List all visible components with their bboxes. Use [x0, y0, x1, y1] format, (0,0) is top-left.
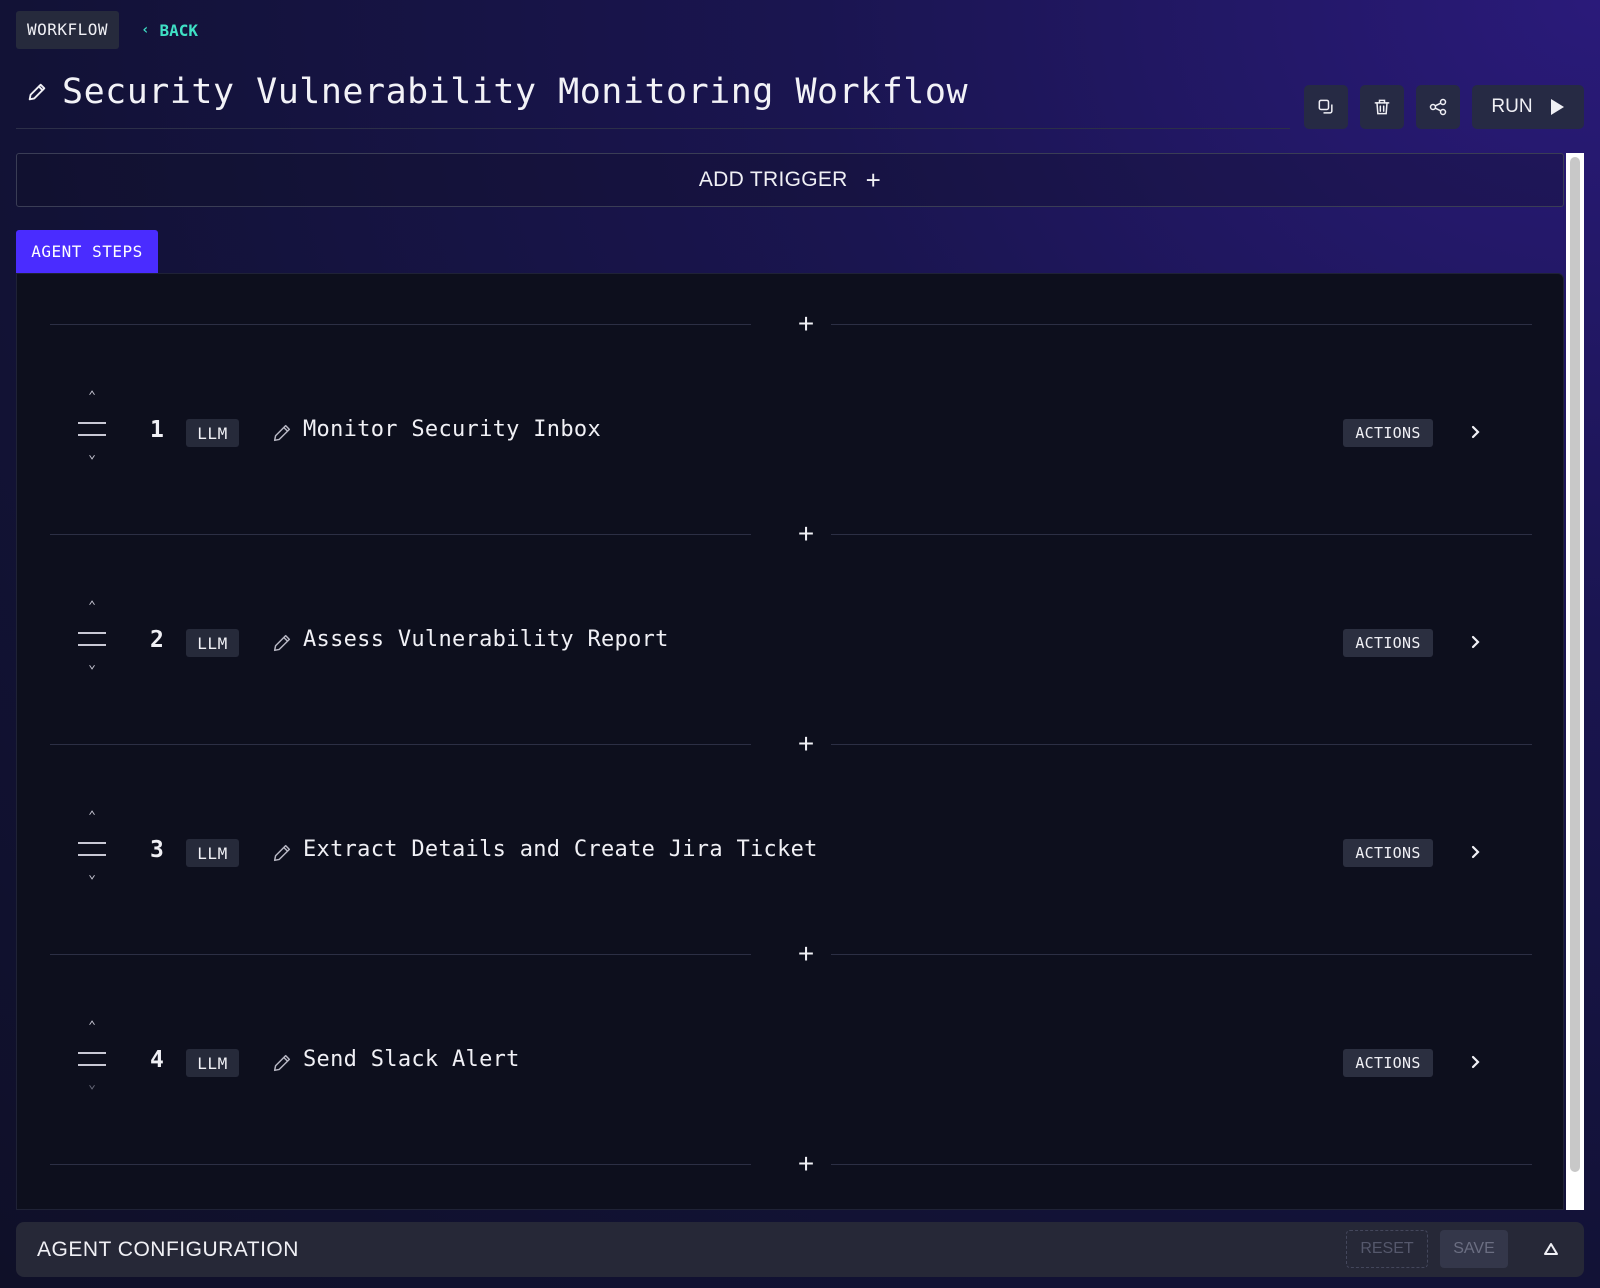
actions-button[interactable]: ACTIONS — [1343, 629, 1433, 657]
share-icon — [1429, 98, 1447, 116]
step-type-badge: LLM — [186, 1049, 239, 1077]
drag-handle[interactable]: ⌃ ⌄ — [77, 807, 107, 897]
add-trigger-button[interactable]: ADD TRIGGER + — [16, 153, 1564, 207]
insert-step-divider: + — [50, 518, 1532, 549]
play-icon — [1550, 99, 1564, 115]
trash-icon — [1374, 99, 1390, 115]
breadcrumb: WORKFLOW ‹ BACK — [16, 11, 198, 49]
drag-handle[interactable]: ⌃ ⌄ — [77, 1017, 107, 1107]
step-name[interactable]: Send Slack Alert — [303, 1047, 520, 1072]
step-row: ⌃ ⌄ 4 LLM Send Slack Alert ACTIONS — [77, 1017, 1497, 1107]
actions-button[interactable]: ACTIONS — [1343, 839, 1433, 867]
step-type-badge: LLM — [186, 839, 239, 867]
move-down-icon[interactable]: ⌄ — [77, 447, 107, 462]
step-number: 1 — [150, 417, 164, 443]
run-button[interactable]: RUN — [1472, 85, 1584, 129]
step-row: ⌃ ⌄ 2 LLM Assess Vulnerability Report AC… — [77, 597, 1497, 687]
drag-handle[interactable]: ⌃ ⌄ — [77, 597, 107, 687]
move-down-icon[interactable]: ⌄ — [77, 657, 107, 672]
actions-button[interactable]: ACTIONS — [1343, 419, 1433, 447]
expand-up-icon[interactable] — [1540, 1238, 1562, 1260]
page-title[interactable]: Security Vulnerability Monitoring Workfl… — [62, 72, 968, 112]
insert-step-divider: + — [50, 728, 1532, 759]
back-link[interactable]: ‹ BACK — [141, 21, 198, 40]
step-number: 4 — [150, 1047, 164, 1073]
agent-steps-panel: + ⌃ ⌄ 1 LLM Monitor Security Inbox ACTIO… — [16, 273, 1564, 1210]
chevron-right-icon[interactable] — [1465, 840, 1487, 864]
step-number: 3 — [150, 837, 164, 863]
move-up-icon[interactable]: ⌃ — [77, 809, 107, 824]
step-name[interactable]: Assess Vulnerability Report — [303, 627, 669, 652]
insert-step-button[interactable]: + — [791, 938, 821, 969]
move-up-icon[interactable]: ⌃ — [77, 599, 107, 614]
chevron-left-icon: ‹ — [141, 22, 150, 38]
drag-handle[interactable]: ⌃ ⌄ — [77, 387, 107, 477]
insert-step-button[interactable]: + — [791, 518, 821, 549]
insert-step-button[interactable]: + — [791, 308, 821, 339]
page-header: Security Vulnerability Monitoring Workfl… — [26, 72, 968, 112]
insert-step-button[interactable]: + — [791, 728, 821, 759]
edit-step-pencil-icon[interactable] — [271, 632, 293, 654]
drag-handle-icon[interactable] — [78, 422, 106, 442]
step-row: ⌃ ⌄ 1 LLM Monitor Security Inbox ACTIONS — [77, 387, 1497, 477]
actions-button[interactable]: ACTIONS — [1343, 1049, 1433, 1077]
save-button[interactable]: SAVE — [1440, 1230, 1508, 1268]
run-label: RUN — [1491, 96, 1533, 117]
step-row: ⌃ ⌄ 3 LLM Extract Details and Create Jir… — [77, 807, 1497, 897]
drag-handle-icon[interactable] — [78, 842, 106, 862]
chevron-right-icon[interactable] — [1465, 630, 1487, 654]
edit-step-pencil-icon[interactable] — [271, 422, 293, 444]
step-name[interactable]: Extract Details and Create Jira Ticket — [303, 837, 818, 862]
move-down-icon[interactable]: ⌄ — [77, 867, 107, 882]
breadcrumb-workflow: WORKFLOW — [16, 11, 120, 49]
insert-step-divider: + — [50, 308, 1532, 339]
move-down-icon[interactable]: ⌄ — [77, 1077, 107, 1092]
chevron-right-icon[interactable] — [1465, 420, 1487, 444]
share-button[interactable] — [1416, 85, 1460, 129]
agent-configuration-title: AGENT CONFIGURATION — [37, 1237, 299, 1261]
scrollbar-thumb[interactable] — [1570, 157, 1580, 1172]
step-type-badge: LLM — [186, 629, 239, 657]
back-label: BACK — [159, 20, 199, 40]
workflow-toolbar: RUN — [1304, 85, 1584, 129]
drag-handle-icon[interactable] — [78, 632, 106, 652]
add-trigger-label: ADD TRIGGER — [698, 168, 848, 191]
drag-handle-icon[interactable] — [78, 1052, 106, 1072]
move-up-icon[interactable]: ⌃ — [77, 1019, 107, 1034]
copy-icon — [1318, 99, 1333, 114]
duplicate-button[interactable] — [1304, 85, 1348, 129]
insert-step-divider: + — [50, 938, 1532, 969]
insert-step-button[interactable]: + — [791, 1148, 821, 1179]
delete-button[interactable] — [1360, 85, 1404, 129]
agent-configuration-bar[interactable]: AGENT CONFIGURATION RESET SAVE — [16, 1222, 1584, 1277]
reset-button[interactable]: RESET — [1346, 1230, 1428, 1268]
move-up-icon[interactable]: ⌃ — [77, 389, 107, 404]
tab-agent-steps[interactable]: AGENT STEPS — [16, 230, 158, 273]
step-name[interactable]: Monitor Security Inbox — [303, 417, 601, 442]
step-number: 2 — [150, 627, 164, 653]
edit-step-pencil-icon[interactable] — [271, 842, 293, 864]
step-type-badge: LLM — [186, 419, 239, 447]
edit-step-pencil-icon[interactable] — [271, 1052, 293, 1074]
insert-step-divider: + — [50, 1148, 1532, 1179]
plus-icon: + — [865, 164, 882, 195]
title-underline — [16, 128, 1290, 129]
chevron-right-icon[interactable] — [1465, 1050, 1487, 1074]
edit-title-pencil-icon[interactable] — [26, 81, 48, 103]
